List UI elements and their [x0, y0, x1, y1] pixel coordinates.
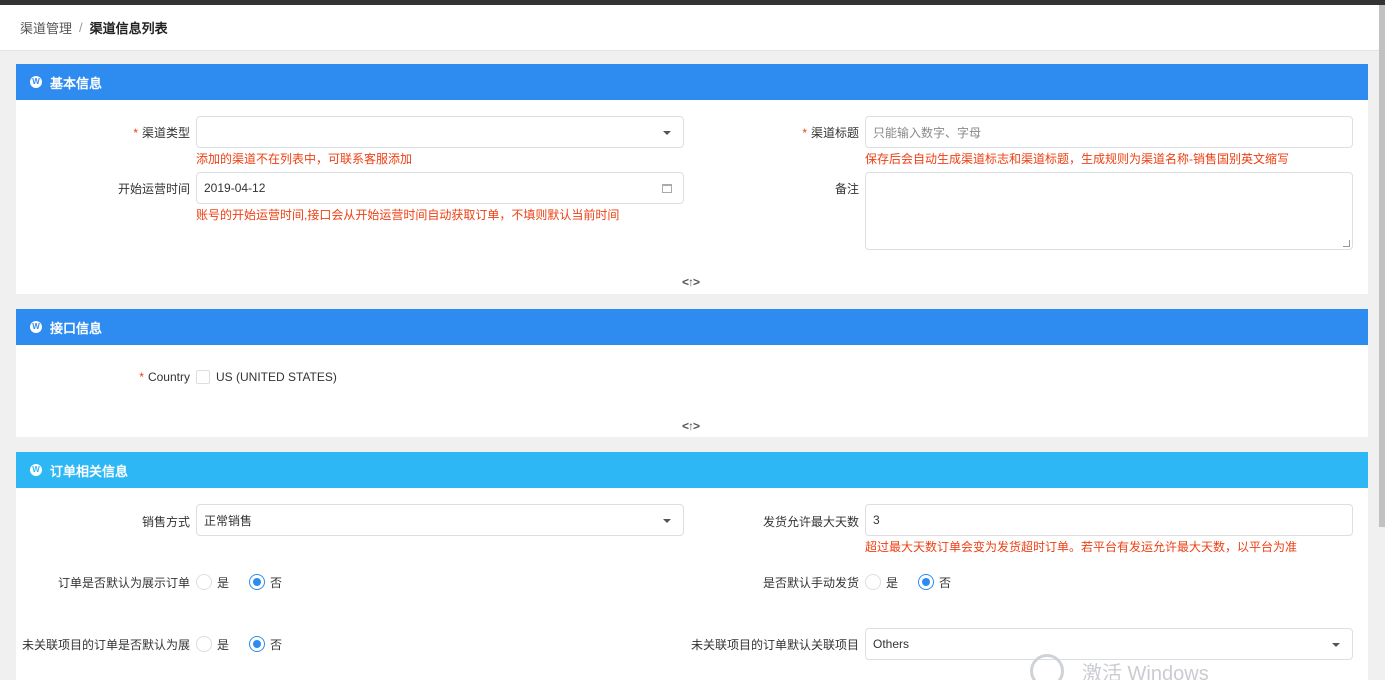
- api-info-header[interactable]: W 接口信息: [16, 309, 1368, 345]
- default-display-label: 订单是否默认为展示订单: [57, 576, 190, 590]
- wordpress-icon: W: [30, 76, 42, 88]
- default-manual-label: 是否默认手动发货: [762, 576, 859, 590]
- default-display-yes-radio[interactable]: [196, 574, 212, 590]
- breadcrumb-parent[interactable]: 渠道管理: [20, 18, 72, 37]
- start-time-datepicker[interactable]: 2019-04-12: [196, 172, 684, 204]
- default-manual-yes-radio[interactable]: [865, 574, 881, 590]
- start-time-hint: 账号的开始运营时间,接口会从开始运营时间自动获取订单，不填则默认当前时间: [196, 208, 620, 222]
- collapse-toggle-icon[interactable]: <↑>: [682, 275, 700, 289]
- basic-info-panel: W 基本信息 * 渠道类型 添加的渠道不在列表中，可联系客服添加 * 渠道标题 只能…: [16, 64, 1368, 294]
- page-scrollbar[interactable]: [1379, 5, 1385, 680]
- chevron-down-icon: [663, 131, 671, 135]
- basic-info-title: 基本信息: [50, 75, 103, 91]
- sale-mode-label: 销售方式: [141, 515, 190, 529]
- channel-type-hint: 添加的渠道不在列表中，可联系客服添加: [196, 152, 413, 166]
- calendar-icon: [662, 184, 672, 193]
- default-display-yes-label[interactable]: 是: [217, 574, 229, 591]
- windows-activation-watermark: 激活 Windows: [1030, 654, 1209, 680]
- api-info-title: 接口信息: [50, 320, 103, 336]
- channel-title-input[interactable]: 只能输入数字、字母: [865, 116, 1353, 148]
- country-us-label[interactable]: US (UNITED STATES): [216, 370, 337, 384]
- breadcrumb-separator: /: [79, 20, 83, 35]
- unlinked-display-yes-radio[interactable]: [196, 636, 212, 652]
- default-display-no-radio[interactable]: [249, 574, 265, 590]
- channel-title-hint: 保存后会自动生成渠道标志和渠道标题，生成规则为渠道名称-销售国别英文缩写: [865, 152, 1289, 166]
- api-info-panel: W 接口信息 * Country US (UNITED STATES) <↑>: [16, 309, 1368, 437]
- remark-label: 备注: [834, 182, 859, 196]
- basic-info-header[interactable]: W 基本信息: [16, 64, 1368, 100]
- unlinked-display-label: 未关联项目的订单是否默认为展: [21, 638, 190, 652]
- chevron-down-icon: [663, 519, 671, 523]
- sale-mode-select[interactable]: 正常销售: [196, 504, 684, 536]
- chevron-down-icon: [1332, 643, 1340, 647]
- windows-activation-icon: [1030, 654, 1064, 680]
- default-manual-no-label[interactable]: 否: [939, 574, 951, 591]
- unlinked-display-yes-label[interactable]: 是: [217, 636, 229, 653]
- default-manual-no-radio[interactable]: [918, 574, 934, 590]
- scrollbar-thumb[interactable]: [1379, 5, 1385, 527]
- remark-textarea[interactable]: [865, 172, 1353, 250]
- max-days-input[interactable]: 3: [865, 504, 1353, 536]
- default-display-no-label[interactable]: 否: [270, 574, 282, 591]
- unlinked-display-no-label[interactable]: 否: [270, 636, 282, 653]
- wordpress-icon: W: [30, 321, 42, 333]
- channel-type-label: * 渠道类型: [133, 126, 190, 140]
- order-info-panel: W 订单相关信息 销售方式 正常销售 发货允许最大天数 3 超过最大天数订单会变…: [16, 452, 1368, 680]
- country-label: * Country: [139, 370, 190, 384]
- max-days-hint: 超过最大天数订单会变为发货超时订单。若平台有发运允许最大天数，以平台为准: [865, 540, 1298, 554]
- wordpress-icon: W: [30, 464, 42, 476]
- channel-type-select[interactable]: [196, 116, 684, 148]
- unlinked-display-no-radio[interactable]: [249, 636, 265, 652]
- start-time-label: 开始运营时间: [117, 182, 190, 196]
- breadcrumb: 渠道管理 / 渠道信息列表: [0, 5, 1379, 51]
- country-us-checkbox[interactable]: [196, 370, 210, 384]
- order-info-header[interactable]: W 订单相关信息: [16, 452, 1368, 488]
- channel-title-label: * 渠道标题: [802, 126, 859, 140]
- default-manual-yes-label[interactable]: 是: [886, 574, 898, 591]
- collapse-toggle-icon[interactable]: <↑>: [682, 419, 700, 433]
- order-info-title: 订单相关信息: [50, 463, 129, 479]
- breadcrumb-current: 渠道信息列表: [89, 21, 168, 36]
- max-days-label: 发货允许最大天数: [762, 515, 859, 529]
- resize-grip-icon[interactable]: [1343, 240, 1350, 247]
- unlinked-project-label: 未关联项目的订单默认关联项目: [690, 638, 859, 652]
